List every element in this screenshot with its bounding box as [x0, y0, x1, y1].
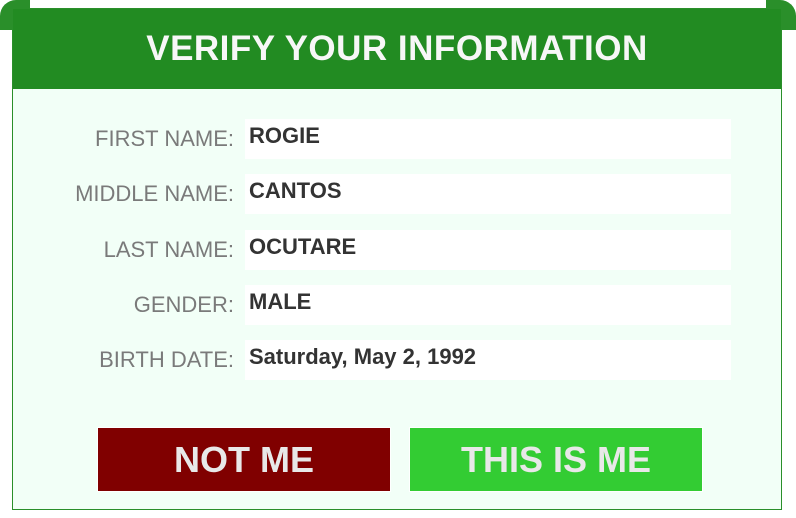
last-name-value: OCUTARE [245, 230, 731, 270]
field-row-middle-name: MIDDLE NAME: CANTOS [13, 174, 781, 214]
this-is-me-button[interactable]: THIS IS ME [409, 427, 703, 492]
verify-panel: VERIFY YOUR INFORMATION FIRST NAME: ROGI… [12, 8, 782, 510]
birth-date-label: BIRTH DATE: [99, 347, 234, 372]
gender-value: MALE [245, 285, 731, 325]
last-name-label: LAST NAME: [103, 237, 234, 262]
field-row-last-name: LAST NAME: OCUTARE [13, 230, 781, 270]
first-name-label: FIRST NAME: [95, 126, 234, 151]
birth-date-value: Saturday, May 2, 1992 [245, 340, 731, 380]
middle-name-value: CANTOS [245, 174, 731, 214]
field-row-birth-date: BIRTH DATE: Saturday, May 2, 1992 [13, 340, 781, 380]
page-title: VERIFY YOUR INFORMATION [146, 29, 648, 68]
field-row-first-name: FIRST NAME: ROGIE [13, 119, 781, 159]
first-name-value: ROGIE [245, 119, 731, 159]
field-row-gender: GENDER: MALE [13, 285, 781, 325]
header-bar: VERIFY YOUR INFORMATION [13, 9, 781, 89]
middle-name-label: MIDDLE NAME: [75, 181, 234, 206]
not-me-button[interactable]: NOT ME [97, 427, 391, 492]
gender-label: GENDER: [133, 292, 234, 317]
